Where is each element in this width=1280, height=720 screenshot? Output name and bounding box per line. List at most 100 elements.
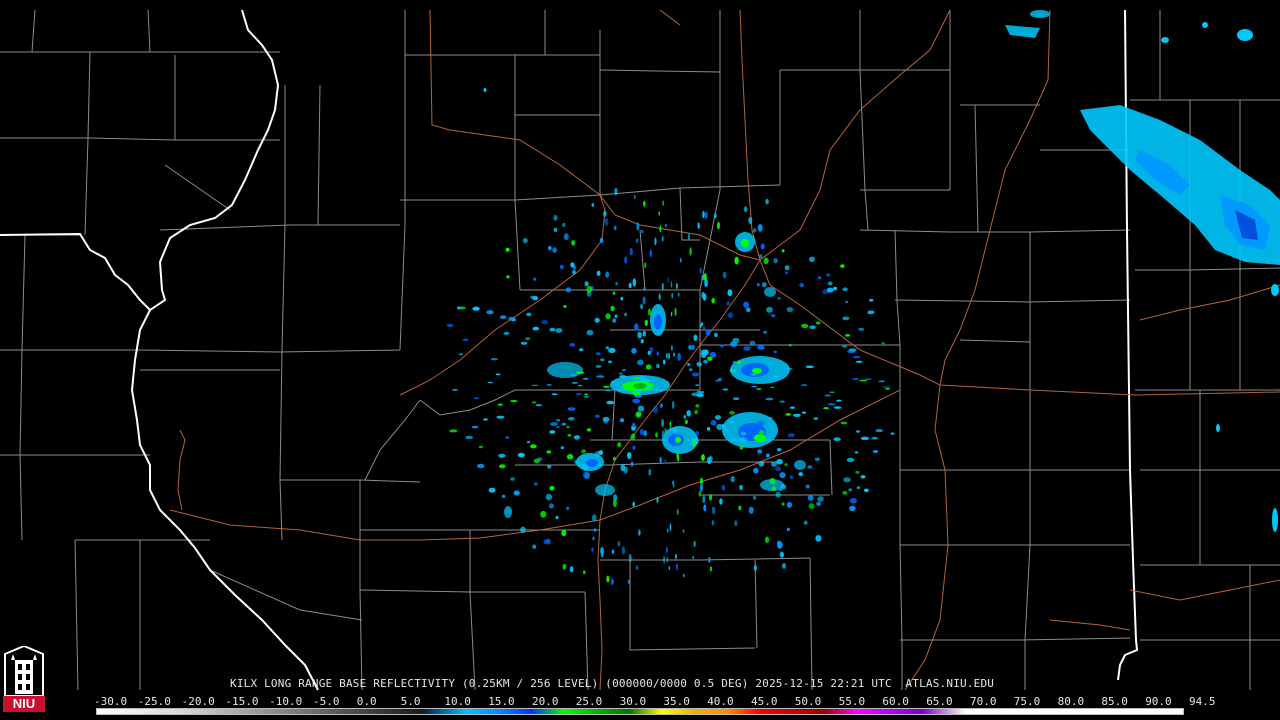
echo-speck [683,415,686,419]
echo-speck [533,277,537,281]
scale-label: -20.0 [181,695,215,708]
echo-speck [753,495,757,500]
echo-speck [726,301,730,306]
echo-speck [655,432,658,438]
echo-speck [562,563,567,570]
echo-speck [779,472,786,479]
echo-speck [476,463,485,469]
echo-speck [709,351,717,358]
echo-speck [505,247,510,252]
echo-speck [606,400,615,405]
echo-speck [775,491,781,498]
echo-speck [675,553,677,560]
echo-speck [659,225,662,233]
scale-label: 75.0 [1013,695,1041,708]
echo-speck [716,221,721,230]
scale-label: 80.0 [1057,695,1085,708]
echo-speck [890,432,895,435]
echo-speck [632,278,637,287]
echo-speck [531,384,539,387]
echo-speck [756,388,762,390]
echo-speck [526,312,532,317]
echo-speck [600,358,605,362]
radar-echoes [446,10,1280,586]
echo-speck [773,350,778,354]
echo-speck [637,405,645,412]
scale-label: 0.0 [356,695,377,708]
echo-speck [746,307,751,313]
echo-speck [807,495,814,501]
echo-speck [676,508,679,516]
echo-speck [501,494,506,498]
echo-speck [559,264,564,270]
echo-speck [842,316,850,321]
echo-speck [773,375,780,378]
echo-speck [707,456,712,465]
echo-speck [594,317,600,323]
echo-speck [695,404,700,408]
echo-speck [488,487,496,493]
echo-speck [764,536,770,543]
echo-speck [693,540,696,548]
echo-speck [637,359,644,366]
echo-speck [635,411,642,418]
echo-speck [510,477,515,481]
echo-speck [777,296,781,300]
echo-speck [751,385,758,388]
echo-speck [653,406,658,414]
echo-speck [757,449,763,454]
echo-speck [885,388,891,390]
echo-speck [610,305,615,312]
echo-speck [596,270,601,276]
echo-speck [716,423,723,431]
echo-speck [547,245,552,251]
echo-speck [586,285,593,293]
echo-speck [729,368,734,371]
scale-label: 65.0 [926,695,953,708]
echo-speck [697,222,700,230]
echo-speck [644,385,652,388]
echo-speck [801,323,809,329]
near-radar-echoes [504,232,806,518]
echo-speck [532,544,537,549]
echo-speck [682,573,685,578]
echo-speck [644,262,647,269]
echo-speck [666,556,669,563]
scale-label: 5.0 [400,695,421,708]
echo-speck [560,446,565,450]
echo-speck [584,395,589,398]
echo-speck [620,463,626,472]
echo-speck [658,293,661,301]
echo-speck [630,461,634,467]
echo-speck [867,310,875,315]
scale-label: 90.0 [1145,695,1172,708]
echo-speck [553,227,558,233]
echo-speck [730,475,735,483]
echo-speck [691,392,699,397]
echo-speck [789,475,794,479]
echo-speck [765,198,769,205]
echo-speck [855,430,861,433]
echo-speck [833,437,841,442]
echo-speck [702,210,705,219]
echo-speck [687,233,691,241]
echo-speck [781,562,787,569]
echo-speck [671,344,673,351]
echo-speck [654,237,657,246]
echo-speck [722,388,729,391]
echo-speck [614,187,618,196]
echo-speck [541,320,548,325]
echo-speck [854,451,859,454]
echo-speck [636,565,639,570]
echo-speck [849,505,856,511]
echo-speck [808,503,815,510]
echo-speck [757,345,765,350]
scale-label: -15.0 [225,695,259,708]
echo-speck [691,344,695,350]
echo-speck [814,457,821,462]
echo-speck [766,306,773,313]
echo-speck [634,389,642,393]
echo-speck [581,449,586,454]
echo-speck [486,310,494,315]
scale-label: 60.0 [882,695,909,708]
